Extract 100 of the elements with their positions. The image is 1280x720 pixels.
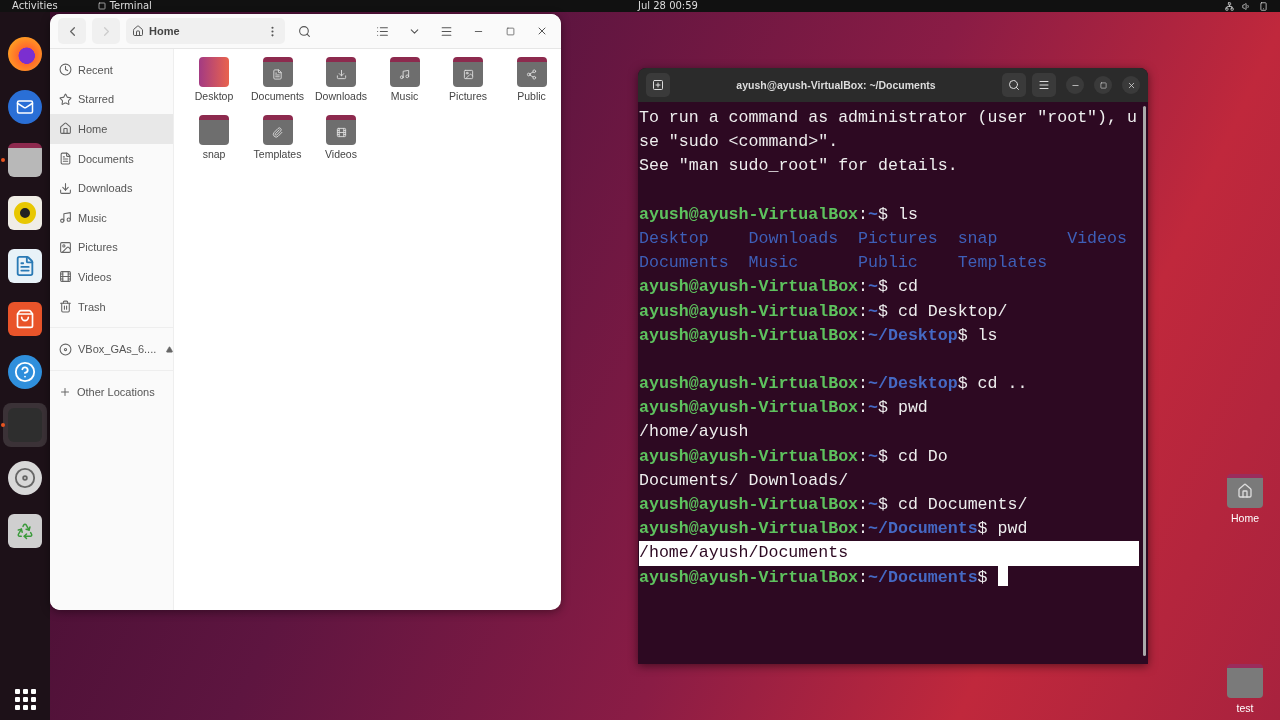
folder-icon[interactable] bbox=[389, 57, 420, 87]
browser-icon bbox=[8, 37, 42, 71]
clock[interactable]: Jul 28 00:59 bbox=[638, 0, 698, 12]
disc-icon bbox=[59, 342, 72, 356]
directory-name: Public bbox=[858, 253, 918, 273]
volume-icon[interactable] bbox=[1242, 1, 1251, 11]
sidebar-item[interactable]: Videos bbox=[50, 262, 174, 292]
maximize-button[interactable] bbox=[1094, 76, 1112, 94]
directory-name: Downloads bbox=[748, 228, 839, 248]
sidebar-item[interactable]: Other Locations bbox=[50, 376, 174, 407]
terminal-line: ayush@ayush-VirtualBox:~$ cd Do bbox=[639, 445, 949, 468]
shopping-bag-icon bbox=[8, 302, 42, 336]
sidebar-item[interactable]: Starred bbox=[50, 84, 174, 115]
search-icon bbox=[297, 24, 311, 38]
directory-name: Templates bbox=[957, 253, 1048, 273]
sidebar-item[interactable]: Recent bbox=[50, 55, 174, 85]
app-grid-icon[interactable] bbox=[14, 689, 36, 710]
search-icon bbox=[1008, 79, 1020, 91]
sidebar-item[interactable]: Documents bbox=[50, 143, 174, 174]
sidebar-item[interactable]: Trash bbox=[50, 291, 174, 322]
desktop-icon-label[interactable]: Home bbox=[1231, 512, 1259, 524]
folder-icon[interactable] bbox=[326, 57, 356, 87]
list-icon bbox=[375, 24, 389, 38]
folder-icon[interactable] bbox=[1227, 474, 1263, 508]
sidebar-item[interactable]: Downloads bbox=[50, 173, 174, 203]
paperclip-icon bbox=[272, 126, 283, 138]
terminal-line: ayush@ayush-VirtualBox:~$ ls bbox=[639, 203, 919, 226]
path-bar[interactable]: Home bbox=[126, 18, 285, 44]
folder-icon bbox=[8, 143, 42, 177]
terminal-line: ayush@ayush-VirtualBox:~/Documents$ pwd bbox=[639, 518, 1029, 541]
menu-button[interactable] bbox=[1032, 73, 1056, 97]
battery-icon[interactable] bbox=[1259, 1, 1268, 11]
document-icon bbox=[59, 152, 72, 166]
window-title: ayush@ayush-VirtualBox: ~/Documents bbox=[735, 79, 937, 91]
terminal-line: Documents/ Downloads/ bbox=[639, 469, 850, 492]
terminal-line: ayush@ayush-VirtualBox:~/Documents$ bbox=[639, 565, 1139, 590]
eject-icon[interactable] bbox=[166, 345, 174, 353]
terminal-line: ayush@ayush-VirtualBox:~/Desktop$ cd .. bbox=[639, 373, 1029, 396]
plus-icon bbox=[652, 79, 664, 91]
sidebar-item[interactable]: Music bbox=[50, 202, 174, 233]
folder-name[interactable]: Documents bbox=[250, 90, 305, 102]
trash-icon bbox=[59, 300, 72, 314]
home-icon bbox=[132, 25, 144, 37]
sidebar-item[interactable]: VBox_GAs_6.... bbox=[50, 334, 174, 364]
folder-icon[interactable] bbox=[262, 57, 293, 87]
scrollbar[interactable] bbox=[1143, 106, 1146, 656]
directory-name: Desktop bbox=[639, 228, 709, 248]
disc-icon bbox=[8, 461, 42, 495]
folder-icon[interactable] bbox=[262, 115, 293, 145]
folder-name[interactable]: Pictures bbox=[449, 90, 487, 102]
folder-name[interactable]: Videos bbox=[325, 148, 357, 160]
maximize-icon bbox=[505, 26, 515, 36]
folder-name[interactable]: Templates bbox=[253, 148, 302, 160]
terminal-line: ayush@ayush-VirtualBox:~$ pwd bbox=[639, 397, 929, 420]
terminal-line: /home/ayush bbox=[639, 421, 750, 444]
desktop-icon-label[interactable]: test bbox=[1236, 702, 1254, 714]
document-icon bbox=[8, 249, 42, 283]
terminal-line: ayush@ayush-VirtualBox:~$ cd bbox=[639, 276, 919, 299]
directory-name: Pictures bbox=[858, 228, 938, 248]
app-menu[interactable]: Terminal bbox=[109, 0, 152, 12]
terminal-line: To run a command as administrator (user "root"), u bbox=[639, 107, 1138, 129]
plus-icon bbox=[59, 385, 71, 398]
download-icon bbox=[335, 68, 347, 80]
activities-button[interactable]: Activities bbox=[12, 0, 58, 12]
terminal-line: ayush@ayush-VirtualBox:~$ cd Desktop/ bbox=[639, 300, 1009, 323]
speaker-icon bbox=[8, 196, 42, 230]
terminal-line: See "man sudo_root" for details. bbox=[639, 155, 959, 178]
running-indicator bbox=[1, 158, 5, 162]
folder-name[interactable]: Downloads bbox=[315, 90, 367, 102]
sidebar-item[interactable]: Home bbox=[50, 114, 174, 144]
network-icon[interactable] bbox=[1225, 1, 1234, 11]
recycle-bin-icon bbox=[8, 514, 42, 548]
path-text: Home bbox=[149, 25, 181, 37]
folder-icon[interactable] bbox=[453, 57, 483, 87]
new-tab-button[interactable] bbox=[646, 73, 670, 97]
picture-icon bbox=[462, 68, 474, 80]
share-icon bbox=[526, 68, 537, 80]
terminal-line: se "sudo <command>". bbox=[639, 131, 840, 154]
maximize-icon bbox=[1099, 81, 1107, 89]
close-icon bbox=[1126, 80, 1136, 90]
folder-name[interactable]: Desktop bbox=[194, 90, 234, 102]
star-icon bbox=[59, 92, 72, 106]
home-icon bbox=[1237, 483, 1253, 499]
close-button[interactable] bbox=[1122, 76, 1140, 94]
sidebar-item[interactable]: Pictures bbox=[50, 232, 174, 263]
folder-name[interactable]: Public bbox=[517, 90, 546, 102]
close-icon bbox=[536, 25, 548, 37]
directory-name: Videos bbox=[1067, 228, 1127, 248]
download-icon bbox=[59, 181, 72, 195]
folder-name[interactable]: snap bbox=[202, 148, 226, 160]
folder-name[interactable]: Music bbox=[390, 90, 419, 102]
document-icon bbox=[272, 68, 283, 80]
folder-icon[interactable] bbox=[326, 115, 356, 145]
help-icon bbox=[8, 355, 42, 389]
directory-name: Music bbox=[748, 253, 799, 273]
terminal-line: ayush@ayush-VirtualBox:~$ cd Documents/ bbox=[639, 494, 1029, 516]
search-button[interactable] bbox=[1002, 73, 1026, 97]
picture-icon bbox=[59, 240, 72, 254]
folder-icon[interactable] bbox=[516, 57, 547, 87]
directory-name: snap bbox=[957, 228, 998, 248]
